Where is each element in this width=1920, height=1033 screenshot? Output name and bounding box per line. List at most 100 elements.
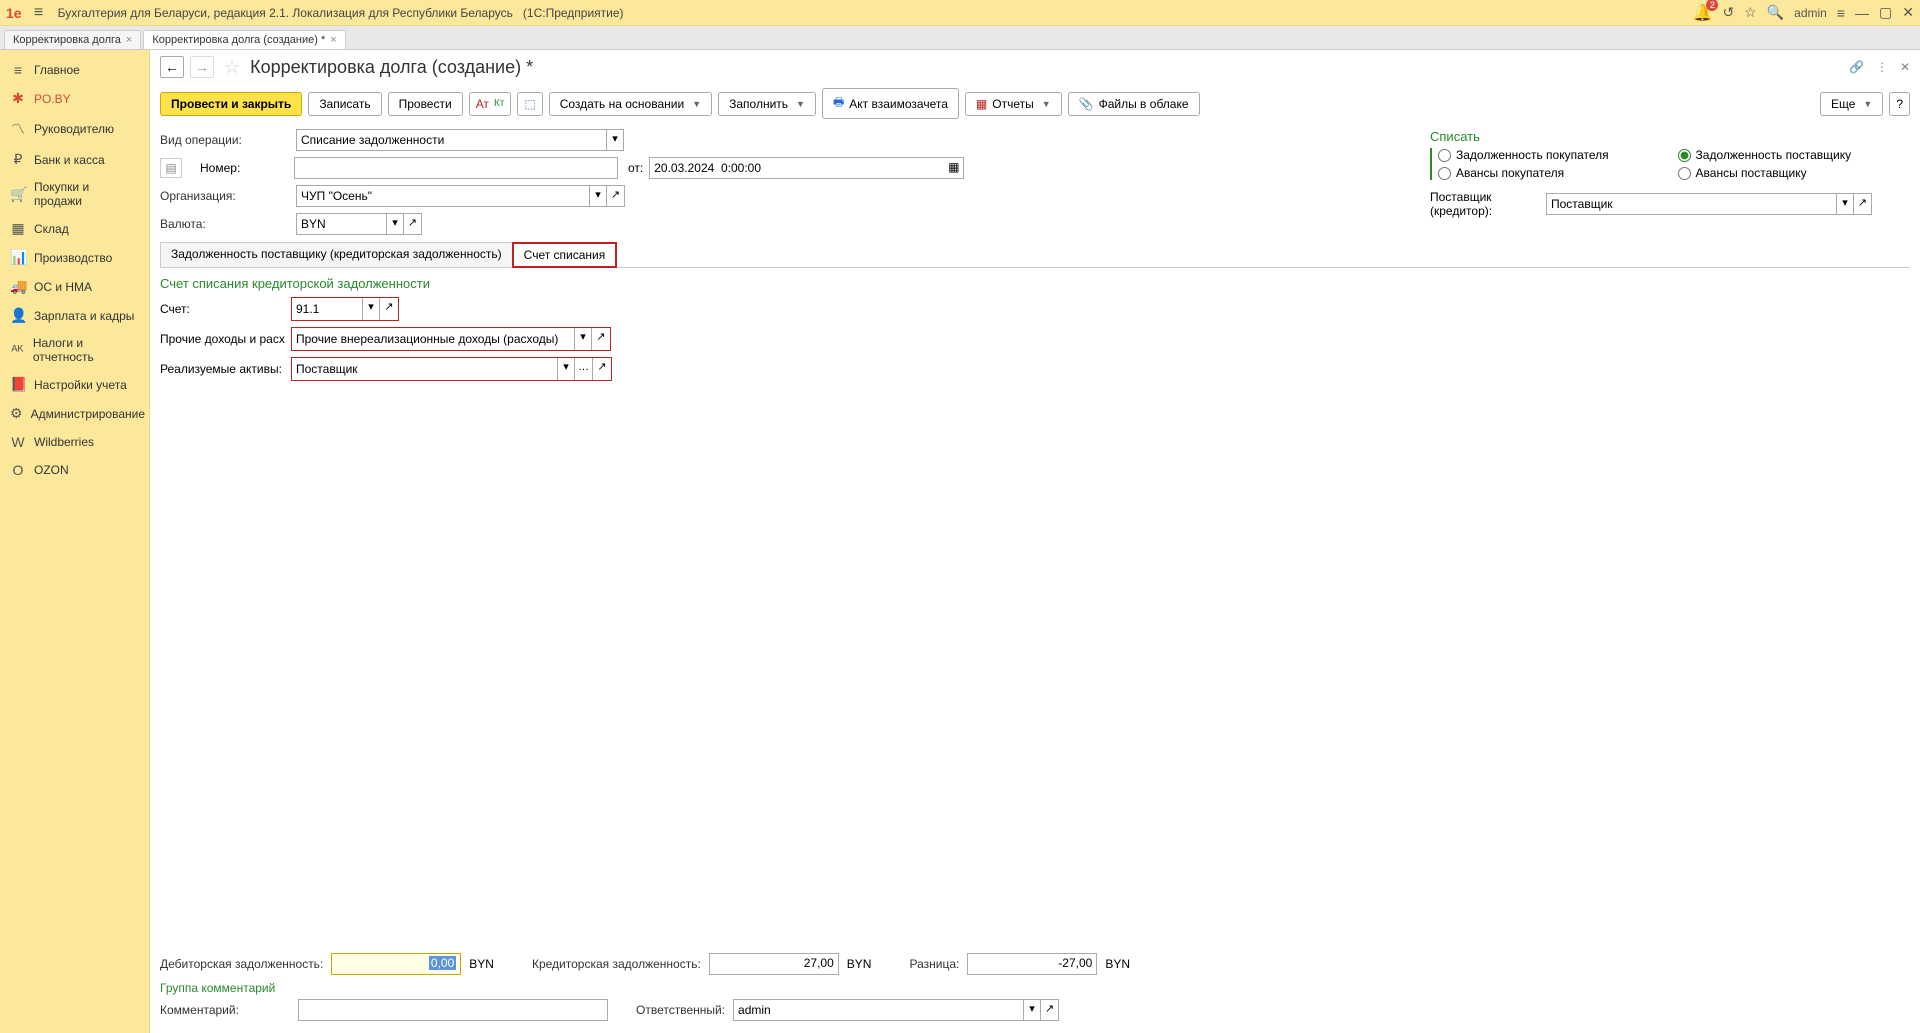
burger-icon[interactable]: ≡ <box>30 4 48 22</box>
doc-icon[interactable]: ▤ <box>160 158 182 178</box>
dropdown-icon[interactable]: ▾ <box>589 185 607 207</box>
dtkt-icon[interactable]: АтКт <box>469 92 512 116</box>
main-layout: ≡Главное✱PO.BY〽Руководителю₽Банк и касса… <box>0 50 1920 1033</box>
currency-input[interactable] <box>296 213 386 235</box>
sidebar-label: Администрирование <box>31 407 145 421</box>
save-button[interactable]: Записать <box>308 92 381 116</box>
dropdown-icon[interactable]: ▾ <box>557 358 575 380</box>
subtab-writeoff-account[interactable]: Счет списания <box>512 242 618 268</box>
open-icon[interactable]: ↗ <box>607 185 625 207</box>
favorite-icon[interactable]: ☆ <box>1744 4 1757 21</box>
dropdown-icon[interactable]: ▾ <box>386 213 404 235</box>
sidebar-label: PO.BY <box>34 92 71 106</box>
open-icon[interactable]: ↗ <box>404 213 422 235</box>
open-icon[interactable]: ↗ <box>593 358 611 380</box>
footer-totals: Дебиторская задолженность: 0,00 BYN Кред… <box>160 953 1910 975</box>
fill-button[interactable]: Заполнить▼ <box>718 92 816 116</box>
sidebar-item-1[interactable]: ✱PO.BY <box>0 84 149 113</box>
link-icon[interactable]: 🔗 <box>1849 60 1864 74</box>
sidebar-item-5[interactable]: ▦Склад <box>0 214 149 243</box>
open-icon[interactable]: ↗ <box>380 298 398 320</box>
tab-0[interactable]: Корректировка долга × <box>4 30 141 49</box>
sidebar-item-6[interactable]: 📊Производство <box>0 243 149 272</box>
restore-icon[interactable]: ▢ <box>1879 4 1892 21</box>
sidebar-item-13[interactable]: OOZON <box>0 456 149 484</box>
op-type-input[interactable] <box>296 129 606 151</box>
sidebar-item-12[interactable]: WWildberries <box>0 428 149 456</box>
deb-value[interactable]: 0,00 <box>331 953 461 975</box>
opt-supplier-debt[interactable]: Задолженность поставщику <box>1678 148 1890 162</box>
footer: Дебиторская задолженность: 0,00 BYN Кред… <box>150 946 1920 1033</box>
opt-buyer-debt[interactable]: Задолженность покупателя <box>1438 148 1648 162</box>
sidebar-item-0[interactable]: ≡Главное <box>0 56 149 84</box>
open-icon[interactable]: ↗ <box>592 328 610 350</box>
sidebar-item-4[interactable]: 🛒Покупки и продажи <box>0 174 149 214</box>
sidebar-item-10[interactable]: 📕Настройки учета <box>0 370 149 399</box>
opt-buyer-advance[interactable]: Авансы покупателя <box>1438 166 1648 180</box>
sidebar-item-3[interactable]: ₽Банк и касса <box>0 145 149 174</box>
files-button[interactable]: 📎Файлы в облаке <box>1068 92 1200 116</box>
open-icon[interactable]: ↗ <box>1041 999 1059 1021</box>
dropdown-icon[interactable]: ▾ <box>574 328 592 350</box>
notifications-icon[interactable]: 🔔2 <box>1693 3 1713 23</box>
sidebar-item-9[interactable]: ᴬᴷНалоги и отчетность <box>0 330 149 370</box>
kebab-icon[interactable]: ⋮ <box>1876 60 1888 74</box>
nav-back-button[interactable]: ← <box>160 56 184 78</box>
more-button[interactable]: Еще▼ <box>1820 92 1883 116</box>
help-button[interactable]: ? <box>1889 92 1910 116</box>
app-logo: 1e <box>6 5 22 21</box>
close-window-icon[interactable]: ✕ <box>1902 4 1914 21</box>
income-wrap: ▾ ↗ <box>291 327 611 351</box>
assets-input[interactable] <box>292 358 557 380</box>
org-input[interactable] <box>296 185 589 207</box>
calendar-icon[interactable]: ▦ <box>944 157 964 179</box>
comment-input[interactable] <box>298 999 608 1021</box>
income-input[interactable] <box>292 328 574 350</box>
tab-1[interactable]: Корректировка долга (создание) * × <box>143 30 345 49</box>
close-content-icon[interactable]: ✕ <box>1900 60 1910 74</box>
from-label: от: <box>628 161 643 175</box>
group-comment-link[interactable]: Группа комментарий <box>160 981 1910 995</box>
history-icon[interactable]: ↺ <box>1722 4 1734 21</box>
deb-ccy: BYN <box>469 957 494 971</box>
sidebar-label: Wildberries <box>34 435 94 449</box>
post-button[interactable]: Провести <box>388 92 463 116</box>
assets-label: Реализуемые активы: <box>160 362 285 376</box>
post-close-button[interactable]: Провести и закрыть <box>160 92 302 116</box>
resp-input[interactable] <box>733 999 1023 1021</box>
settings-icon[interactable]: ≡ <box>1837 5 1845 21</box>
ellipsis-icon[interactable]: … <box>575 358 593 380</box>
date-input[interactable] <box>649 157 944 179</box>
search-icon[interactable]: 🔍 <box>1767 4 1784 21</box>
row-income: Прочие доходы и расх...: ▾ ↗ <box>160 327 1910 351</box>
nav-forward-button[interactable]: → <box>190 56 214 78</box>
number-input[interactable] <box>294 157 618 179</box>
sidebar-item-7[interactable]: 🚚ОС и НМА <box>0 272 149 301</box>
open-icon[interactable]: ↗ <box>1854 193 1872 215</box>
sidebar-item-2[interactable]: 〽Руководителю <box>0 113 149 145</box>
reports-button[interactable]: ▦Отчеты▼ <box>965 92 1062 116</box>
act-button[interactable]: 🖶Акт взаимозачета <box>822 88 959 119</box>
sidebar-item-11[interactable]: ⚙Администрирование <box>0 399 149 428</box>
structure-icon[interactable]: ⬚ <box>517 92 542 116</box>
supplier-label: Поставщик (кредитор): <box>1430 190 1540 218</box>
sidebar-label: Производство <box>34 251 112 265</box>
dropdown-icon[interactable]: ▾ <box>1836 193 1854 215</box>
bookmark-icon[interactable]: ☆ <box>224 57 240 78</box>
dropdown-icon[interactable]: ▾ <box>606 129 624 151</box>
close-icon[interactable]: × <box>126 34 132 46</box>
user-label[interactable]: admin <box>1794 6 1827 20</box>
minimize-icon[interactable]: — <box>1855 5 1869 21</box>
dropdown-icon[interactable]: ▾ <box>362 298 380 320</box>
close-icon[interactable]: × <box>330 34 336 46</box>
subtab-debt[interactable]: Задолженность поставщику (кредиторская з… <box>160 242 512 268</box>
create-based-button[interactable]: Создать на основании▼ <box>549 92 712 116</box>
account-input[interactable] <box>292 298 362 320</box>
sidebar-icon: 🛒 <box>10 186 26 203</box>
sidebar-item-8[interactable]: 👤Зарплата и кадры <box>0 301 149 330</box>
opt-supplier-advance[interactable]: Авансы поставщику <box>1678 166 1890 180</box>
writeoff-panel: Счет списания кредиторской задолженности… <box>160 267 1910 381</box>
supplier-input[interactable] <box>1546 193 1836 215</box>
dropdown-icon[interactable]: ▾ <box>1023 999 1041 1021</box>
writeoff-options: Задолженность покупателя Задолженность п… <box>1430 148 1890 180</box>
